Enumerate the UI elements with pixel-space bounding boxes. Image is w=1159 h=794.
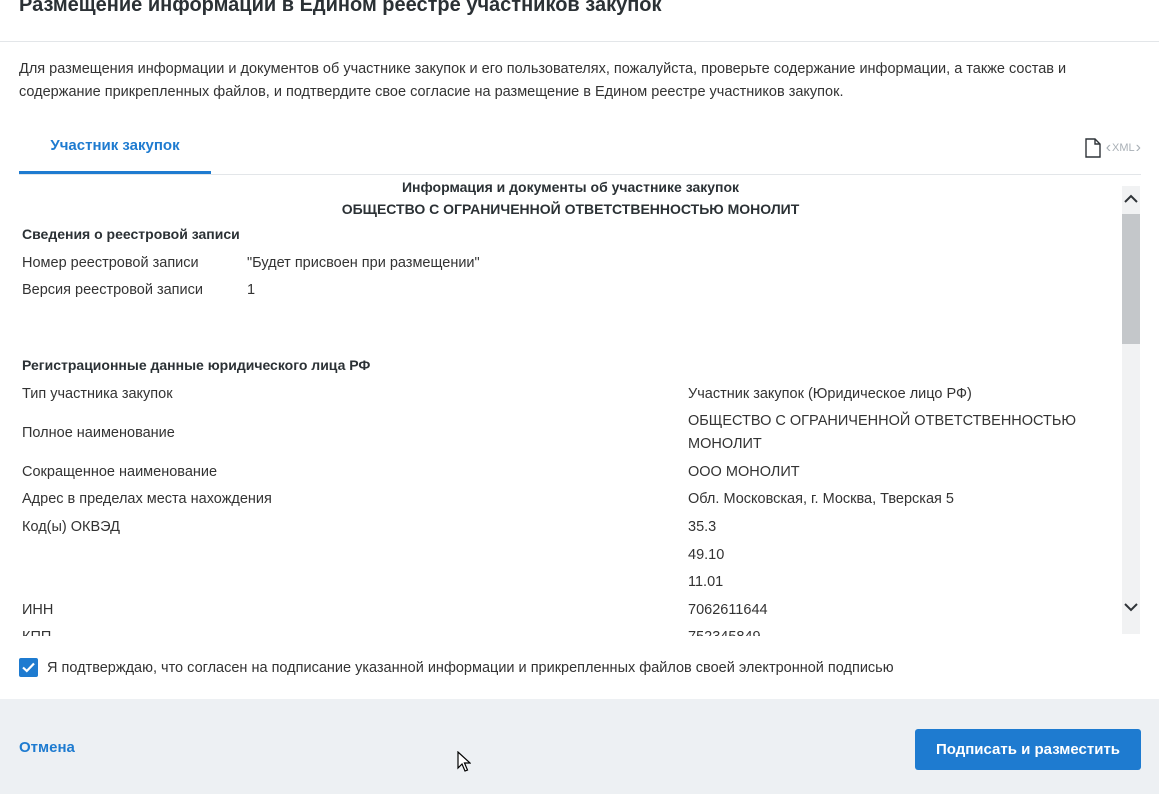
document-view[interactable]: Информация и документы об участнике заку… xyxy=(19,176,1122,636)
registry-version-value: 1 xyxy=(247,282,256,298)
document-heading-line2: ОБЩЕСТВО С ОГРАНИЧЕННОЙ ОТВЕТСТВЕННОСТЬЮ… xyxy=(341,201,800,217)
registry-section-title: Сведения о реестровой записи xyxy=(22,226,240,242)
registry-number-value: "Будет присвоен при размещении" xyxy=(247,255,480,271)
cancel-button[interactable]: Отмена xyxy=(19,739,75,756)
short-name-value: ООО МОНОЛИТ xyxy=(688,464,800,480)
registry-number-label: Номер реестровой записи xyxy=(22,255,199,271)
legal-section-title: Регистрационные данные юридического лица… xyxy=(22,357,371,373)
confirm-label: Я подтверждаю, что согласен на подписани… xyxy=(47,659,894,676)
dialog-header: Размещение информации в Едином реестре у… xyxy=(0,0,1159,42)
type-value: Участник закупок (Юридическое лицо РФ) xyxy=(688,386,972,402)
okved-value-2: 49.10 xyxy=(688,547,725,563)
chevron-left-icon: ‹ xyxy=(1105,139,1112,156)
okved-value-3: 11.01 xyxy=(688,574,724,590)
dialog-title: Размещение информации в Едином реестре у… xyxy=(19,0,662,16)
type-label: Тип участника закупок xyxy=(22,386,173,402)
dialog-footer: Отмена Подписать и разместить xyxy=(0,699,1159,794)
document-scrollbar[interactable] xyxy=(1122,186,1140,634)
full-name-value-line1: ОБЩЕСТВО С ОГРАНИЧЕННОЙ ОТВЕТСТВЕННОСТЬЮ xyxy=(688,413,1077,429)
full-name-label: Полное наименование xyxy=(22,425,175,441)
full-name-value-line2: МОНОЛИТ xyxy=(688,436,762,452)
short-name-label: Сокращенное наименование xyxy=(22,464,218,480)
sign-and-publish-button[interactable]: Подписать и разместить xyxy=(915,729,1141,770)
chevron-down-icon xyxy=(1124,603,1138,612)
document-heading: Информация и документы об участнике заку… xyxy=(19,176,1122,220)
okved-value-1: 35.3 xyxy=(688,519,717,535)
document-icon[interactable] xyxy=(1084,138,1102,158)
scroll-down-button[interactable] xyxy=(1122,594,1140,620)
tab-bar: Участник закупок ‹ XML › xyxy=(19,126,1141,175)
kpp-value: 752345849 xyxy=(688,626,761,636)
confirm-checkbox[interactable] xyxy=(19,658,38,677)
tab-participant[interactable]: Участник закупок xyxy=(19,126,211,174)
confirm-row: Я подтверждаю, что согласен на подписани… xyxy=(19,658,894,677)
kpp-label: КПП xyxy=(22,626,51,636)
inn-label: ИНН xyxy=(22,602,54,618)
inn-value: 7062611644 xyxy=(688,602,768,618)
scroll-up-button[interactable] xyxy=(1122,186,1140,212)
xml-label: XML xyxy=(1112,142,1135,154)
view-tools: ‹ XML › xyxy=(1084,138,1141,158)
intro-text: Для размещения информации и документов о… xyxy=(19,61,1067,100)
okved-label: Код(ы) ОКВЭД xyxy=(22,519,120,535)
xml-toggle[interactable]: ‹ XML › xyxy=(1106,139,1141,157)
chevron-up-icon xyxy=(1124,194,1138,203)
document-heading-line1: Информация и документы об участнике заку… xyxy=(401,179,740,195)
scroll-thumb[interactable] xyxy=(1122,214,1140,344)
chevron-right-icon: › xyxy=(1135,139,1141,156)
address-label: Адрес в пределах места нахождения xyxy=(22,491,272,507)
check-icon xyxy=(22,662,35,673)
registry-version-label: Версия реестровой записи xyxy=(22,282,203,298)
address-value: Обл. Московская, г. Москва, Тверская 5 xyxy=(688,491,954,507)
mouse-cursor-icon xyxy=(457,751,471,772)
